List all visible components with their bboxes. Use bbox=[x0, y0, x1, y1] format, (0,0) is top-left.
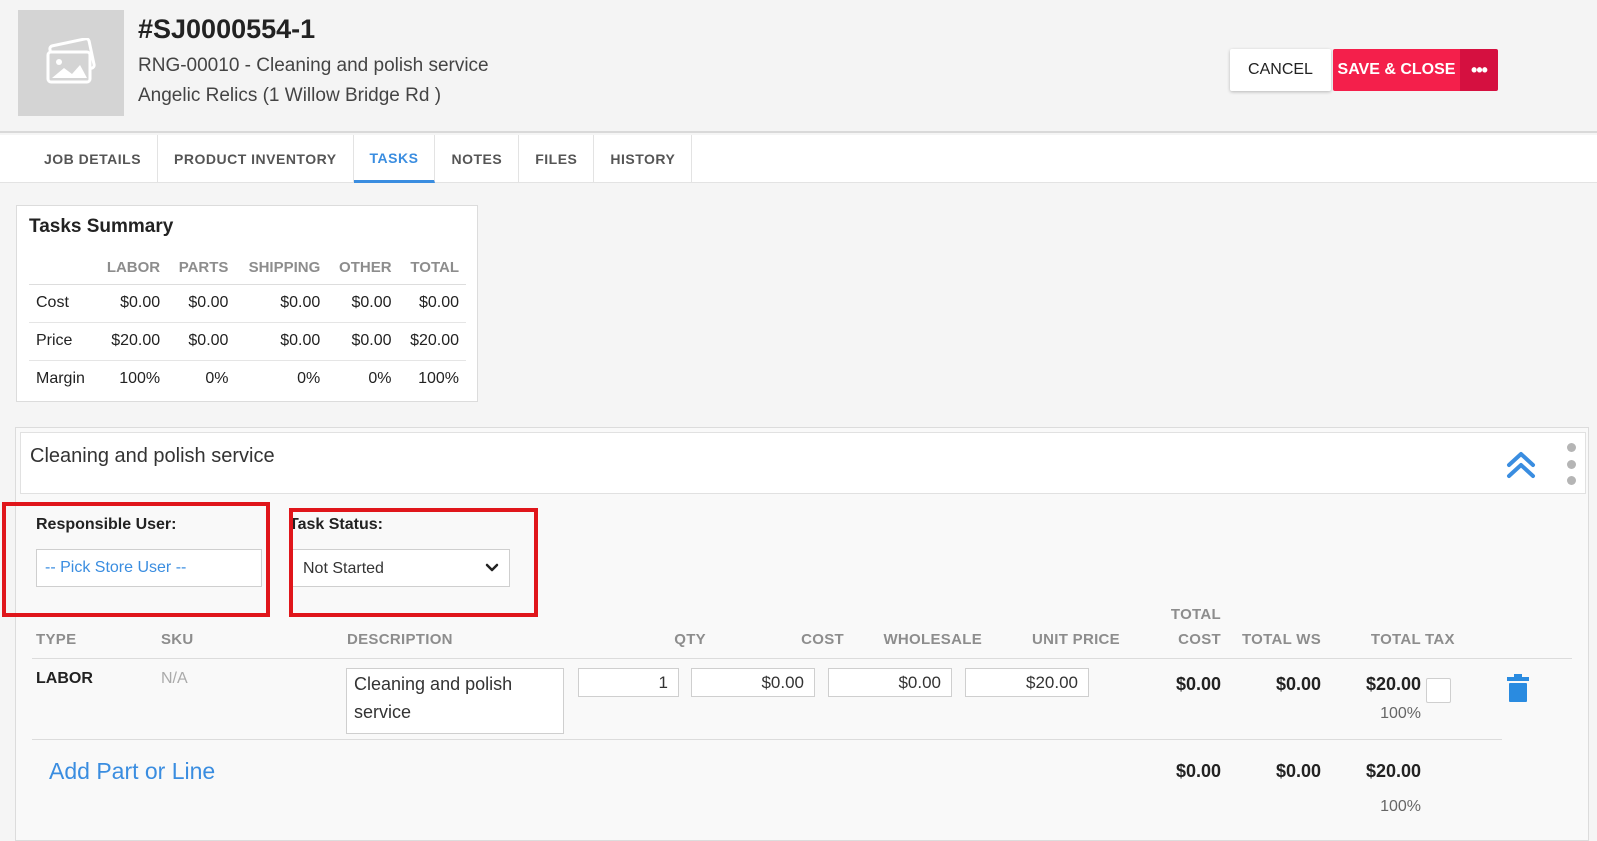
col-header-tax: TAX bbox=[1425, 631, 1455, 648]
line-total-cost: $0.00 bbox=[1175, 674, 1221, 694]
task-header: Cleaning and polish service bbox=[20, 432, 1586, 494]
col-header-unit-price: UNIT PRICE bbox=[1031, 631, 1120, 648]
col-header-type: TYPE bbox=[36, 631, 77, 648]
line-tax-checkbox[interactable] bbox=[1426, 678, 1451, 703]
task-name[interactable]: Cleaning and polish service bbox=[30, 445, 275, 468]
col-header-total-cost-line1: TOTAL bbox=[1170, 606, 1221, 623]
summary-col-other: OTHER bbox=[327, 252, 399, 285]
summary-cell: $0.00 bbox=[167, 284, 236, 323]
summary-row-margin: Margin 100% 0% 0% 0% 100% bbox=[29, 360, 466, 398]
delete-line-trash-icon[interactable] bbox=[1507, 674, 1529, 702]
save-and-close-button[interactable]: SAVE & CLOSE bbox=[1333, 49, 1460, 91]
grid-row-divider bbox=[32, 739, 1502, 740]
summary-row-label: Price bbox=[29, 322, 95, 361]
line-type: LABOR bbox=[36, 670, 93, 687]
line-unit-price-input[interactable]: $20.00 bbox=[965, 668, 1089, 697]
tasks-summary-card: Tasks Summary LABOR PARTS SHIPPING OTHER… bbox=[16, 205, 478, 402]
kebab-dot bbox=[1566, 443, 1576, 452]
summary-cell: 0% bbox=[368, 370, 392, 388]
tasks-summary-title: Tasks Summary bbox=[29, 216, 174, 237]
grid-header-divider bbox=[32, 658, 1572, 659]
tab-bar: JOB DETAILS PRODUCT INVENTORY TASKS NOTE… bbox=[0, 135, 1597, 183]
summary-row-price: Price $20.00 $0.00 $0.00 $0.00 $20.00 bbox=[29, 322, 466, 361]
tab-product-inventory[interactable]: PRODUCT INVENTORY bbox=[158, 135, 354, 183]
line-total-ws: $0.00 bbox=[1275, 674, 1321, 694]
tab-history[interactable]: HISTORY bbox=[594, 135, 693, 183]
image-icon bbox=[46, 38, 96, 84]
col-header-description: DESCRIPTION bbox=[347, 631, 453, 648]
job-subtitle: RNG-00010 - Cleaning and polish service bbox=[138, 55, 489, 76]
cancel-button[interactable]: CANCEL bbox=[1230, 49, 1331, 91]
tab-files[interactable]: FILES bbox=[519, 135, 595, 183]
task-card: Cleaning and polish service Responsible … bbox=[2, 427, 1589, 841]
collapse-chevron-icon[interactable] bbox=[1505, 449, 1537, 481]
summary-cell: 0% bbox=[205, 370, 229, 388]
customer-info: Angelic Relics (1 Willow Bridge Rd ) bbox=[138, 85, 442, 106]
tab-tasks[interactable]: TASKS bbox=[353, 135, 436, 183]
line-qty-input[interactable]: 1 bbox=[578, 668, 679, 697]
col-header-total: TOTAL bbox=[1370, 631, 1421, 648]
job-image-placeholder[interactable] bbox=[18, 10, 124, 116]
footer-total: $20.00 bbox=[1365, 761, 1421, 781]
summary-cell: 100% bbox=[119, 370, 161, 388]
summary-cell: $0.00 bbox=[327, 284, 399, 323]
tab-notes[interactable]: NOTES bbox=[435, 135, 520, 183]
task-menu-kebab-icon[interactable] bbox=[1566, 443, 1576, 485]
footer-margin: 100% bbox=[1380, 798, 1421, 815]
col-header-cost: COST bbox=[801, 631, 844, 648]
summary-col-labor: LABOR bbox=[95, 252, 168, 285]
summary-col-parts: PARTS bbox=[167, 252, 236, 285]
col-header-total-ws: TOTAL WS bbox=[1241, 631, 1321, 648]
summary-cell: $0.00 bbox=[235, 284, 328, 323]
job-number: #SJ0000554-1 bbox=[138, 14, 316, 44]
col-header-total-cost-line2: COST bbox=[1178, 631, 1221, 648]
kebab-dot bbox=[1566, 476, 1576, 485]
line-total: $20.00 bbox=[1365, 674, 1421, 694]
line-cost-input[interactable]: $0.00 bbox=[691, 668, 815, 697]
summary-row-label: Margin bbox=[36, 370, 85, 388]
more-options-button[interactable]: ••• bbox=[1460, 49, 1498, 91]
tasks-summary-table: LABOR PARTS SHIPPING OTHER TOTAL Cost $0… bbox=[29, 252, 466, 398]
line-wholesale-input[interactable]: $0.00 bbox=[828, 668, 952, 697]
summary-header-row: LABOR PARTS SHIPPING OTHER TOTAL bbox=[29, 252, 466, 285]
footer-total-ws: $0.00 bbox=[1275, 761, 1321, 781]
tab-job-details[interactable]: JOB DETAILS bbox=[0, 135, 159, 183]
line-sku: N/A bbox=[161, 670, 188, 687]
summary-cell: $0.00 bbox=[398, 284, 466, 323]
summary-cell: $0.00 bbox=[167, 322, 236, 361]
summary-row-cost: Cost $0.00 $0.00 $0.00 $0.00 $0.00 bbox=[29, 284, 466, 323]
summary-cell: $20.00 bbox=[398, 322, 466, 361]
summary-corner bbox=[29, 252, 95, 285]
summary-cell: 100% bbox=[418, 370, 459, 388]
col-header-wholesale: WHOLESALE bbox=[883, 631, 982, 648]
col-header-sku: SKU bbox=[161, 631, 194, 648]
summary-cell: $20.00 bbox=[95, 322, 168, 361]
highlight-box-task-status bbox=[289, 508, 538, 617]
kebab-dot bbox=[1566, 459, 1576, 469]
job-header: #SJ0000554-1 RNG-00010 - Cleaning and po… bbox=[0, 0, 1597, 133]
summary-cell: $0.00 bbox=[235, 322, 328, 361]
summary-cell: 0% bbox=[297, 370, 321, 388]
summary-cell: $0.00 bbox=[95, 284, 168, 323]
footer-total-cost: $0.00 bbox=[1175, 761, 1221, 781]
line-margin: 100% bbox=[1380, 705, 1421, 722]
summary-col-total: TOTAL bbox=[398, 252, 466, 285]
summary-cell: $0.00 bbox=[327, 322, 399, 361]
highlight-box-responsible-user bbox=[2, 502, 270, 617]
line-description-input[interactable]: Cleaning and polish service bbox=[346, 668, 564, 734]
summary-row-label: Cost bbox=[29, 284, 95, 323]
summary-col-shipping: SHIPPING bbox=[235, 252, 328, 285]
add-part-or-line-link[interactable]: Add Part or Line bbox=[49, 758, 215, 785]
col-header-qty: QTY bbox=[674, 631, 706, 648]
